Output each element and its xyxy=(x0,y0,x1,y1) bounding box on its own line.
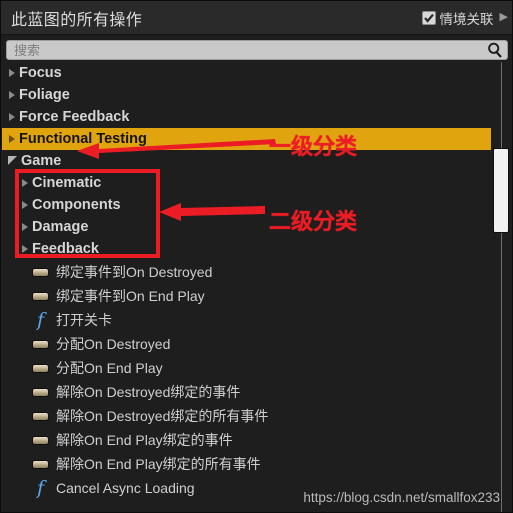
tree-row-label: Damage xyxy=(32,219,89,235)
tree-row[interactable]: 绑定事件到On End Play xyxy=(2,284,491,308)
tree-row-label: 绑定事件到On Destroyed xyxy=(56,264,213,280)
tree-row[interactable]: Focus xyxy=(2,62,491,84)
tree-row-label: Cinematic xyxy=(32,175,102,191)
tree-row[interactable]: 解除On End Play绑定的事件 xyxy=(2,428,491,452)
tree-row[interactable]: 分配On End Play xyxy=(2,356,491,380)
event-node-icon xyxy=(32,267,49,277)
tree-row-label: Focus xyxy=(19,65,62,81)
scrollbar-thumb[interactable] xyxy=(493,147,509,233)
search-icon[interactable] xyxy=(487,42,503,58)
blueprint-actions-panel: 此蓝图的所有操作 情境关联 ▶ Focus Foliage Force Feedba… xyxy=(0,0,513,513)
function-node-icon: f xyxy=(36,476,45,499)
tree-row-label: Components xyxy=(32,197,121,213)
triangle-right-icon[interactable] xyxy=(21,244,28,254)
tree-row-label: 解除On End Play绑定的事件 xyxy=(56,432,233,448)
watermark: https://blog.csdn.net/smallfox233 xyxy=(303,490,500,505)
triangle-right-icon[interactable] xyxy=(8,90,15,100)
tree-row[interactable]: Foliage xyxy=(2,84,491,106)
triangle-down-icon[interactable] xyxy=(8,155,17,165)
event-node-icon xyxy=(32,459,49,469)
tree-row-label: 分配On End Play xyxy=(56,360,163,376)
tree-row-label: 绑定事件到On End Play xyxy=(56,288,205,304)
scrollbar[interactable] xyxy=(493,62,509,512)
event-node-icon xyxy=(32,387,49,397)
tree-row-label: 解除On End Play绑定的所有事件 xyxy=(56,456,261,472)
context-sensitive-checkbox[interactable] xyxy=(421,10,436,25)
search-bar[interactable] xyxy=(6,40,508,60)
event-node-icon xyxy=(32,435,49,445)
tree-row-label: 分配On Destroyed xyxy=(56,336,171,352)
tree-row-label: 解除On Destroyed绑定的事件 xyxy=(56,384,241,400)
tree-row[interactable]: 绑定事件到On Destroyed xyxy=(2,260,491,284)
page-title: 此蓝图的所有操作 xyxy=(11,11,143,29)
tree-row-label: Functional Testing xyxy=(19,131,147,147)
tree-row[interactable]: f 打开关卡 xyxy=(2,308,491,332)
actions-tree[interactable]: Focus Foliage Force Feedback Functional Tes… xyxy=(2,62,491,512)
tree-row-label: 解除On Destroyed绑定的所有事件 xyxy=(56,408,269,424)
triangle-right-icon[interactable] xyxy=(8,68,15,78)
triangle-right-icon[interactable] xyxy=(8,112,15,122)
triangle-right-icon[interactable] xyxy=(8,134,15,144)
event-node-icon xyxy=(32,291,49,301)
tree-row[interactable]: Cinematic xyxy=(2,172,491,194)
triangle-right-icon[interactable] xyxy=(21,178,28,188)
search-input[interactable] xyxy=(14,41,474,59)
tree-row[interactable]: Game xyxy=(2,150,491,172)
tree-row[interactable]: Damage xyxy=(2,216,491,238)
context-sensitive-label: 情境关联 xyxy=(439,11,494,27)
tree-row[interactable]: 解除On Destroyed绑定的事件 xyxy=(2,380,491,404)
function-node-icon: f xyxy=(36,308,45,331)
event-node-icon xyxy=(32,339,49,349)
tree-row[interactable]: 解除On Destroyed绑定的所有事件 xyxy=(2,404,491,428)
scrollbar-track-line xyxy=(501,62,502,512)
annotation-label-primary: 一级分类 xyxy=(269,134,358,159)
tree-row[interactable]: 解除On End Play绑定的所有事件 xyxy=(2,452,491,476)
event-node-icon xyxy=(32,411,49,421)
tree-row-label: Game xyxy=(21,153,62,169)
tree-row-label: 打开关卡 xyxy=(56,312,112,328)
tree-row[interactable]: Functional Testing xyxy=(2,128,491,150)
tree-row[interactable]: Force Feedback xyxy=(2,106,491,128)
tree-row[interactable]: 分配On Destroyed xyxy=(2,332,491,356)
chevron-right-icon[interactable]: ▶ xyxy=(500,12,508,23)
checkmark-icon xyxy=(423,13,434,23)
tree-row[interactable]: Components xyxy=(2,194,491,216)
context-sensitive-control[interactable]: 情境关联 ▶ xyxy=(421,8,508,28)
panel-header: 此蓝图的所有操作 情境关联 ▶ xyxy=(1,1,512,35)
event-node-icon xyxy=(32,363,49,373)
tree-row-label: Cancel Async Loading xyxy=(56,480,195,496)
triangle-right-icon[interactable] xyxy=(21,200,28,210)
triangle-right-icon[interactable] xyxy=(21,222,28,232)
tree-row-label: Force Feedback xyxy=(19,109,130,125)
tree-row-label: Foliage xyxy=(19,87,70,103)
annotation-label-secondary: 二级分类 xyxy=(269,209,358,234)
tree-row[interactable]: Feedback xyxy=(2,238,491,260)
tree-row-label: Feedback xyxy=(32,241,99,257)
